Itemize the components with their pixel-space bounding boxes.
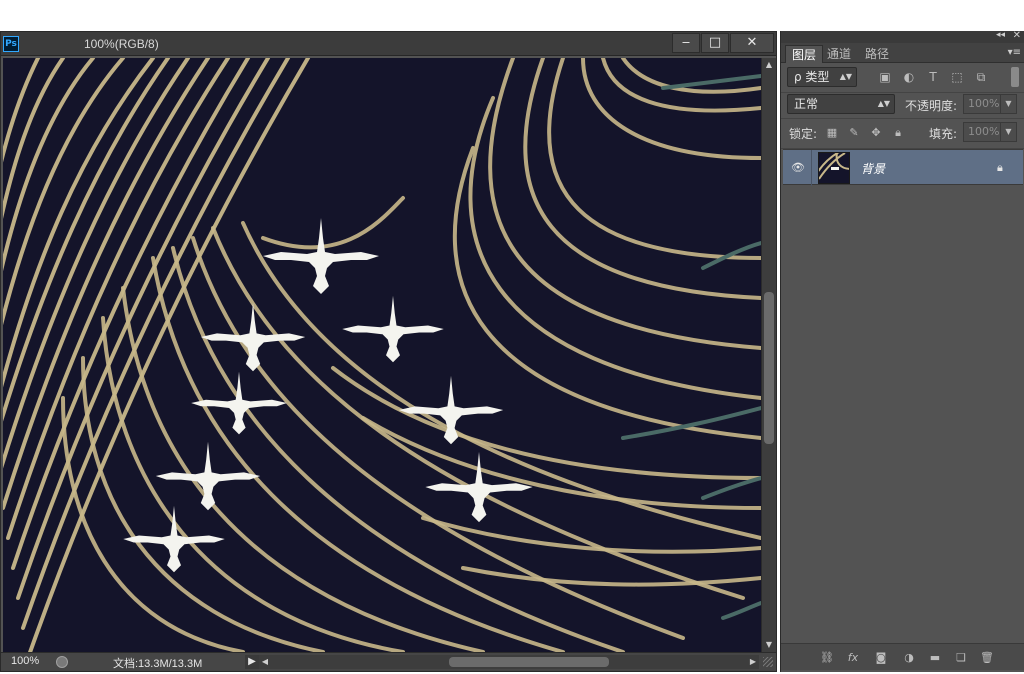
trash-icon[interactable]: 🗑︎ [979,650,995,666]
group-folder-icon[interactable]: ▬ [927,650,943,666]
minimize-button[interactable]: ‒ [672,33,700,53]
filter-row: ρ 类型 ▲▼ ▣ ◐ T ⬚ ⧉ [781,63,1024,93]
mask-icon[interactable]: ◙ [873,650,889,666]
scroll-right-icon[interactable]: ▶ [747,655,759,669]
artwork-image [3,58,761,652]
panel-bottom-toolbar: ⛓ fx ◙ ◑ ▬ ❏ 🗑︎ [781,643,1024,670]
status-info-icon[interactable] [56,656,68,668]
opacity-label: 不透明度: [905,99,958,113]
layer-row-background[interactable]: 👁︎ 背景 🔒︎ [783,149,1023,186]
blend-mode-select[interactable]: 正常 ▲▼ [787,94,895,114]
scroll-left-icon[interactable]: ◀ [259,655,271,669]
scroll-up-icon[interactable]: ▲ [762,58,776,72]
filter-toggle-switch[interactable] [1011,67,1019,87]
new-layer-icon[interactable]: ❏ [953,650,969,666]
tab-paths[interactable]: 路径 [859,45,895,63]
status-bar: 100% 文档:13.3M/13.3M ▶ ◀ ▶ [1,652,776,671]
image-canvas[interactable] [3,58,761,652]
horizontal-scroll-thumb[interactable] [449,657,609,667]
layer-divider [811,150,812,186]
layer-locked-icon: 🔒︎ [997,161,1003,174]
panel-header-strip: ◂◂ ✕ [781,30,1024,43]
fill-label: 填充: [929,127,958,141]
horizontal-scrollbar[interactable]: ◀ ▶ [259,655,759,669]
shape-filter-icon[interactable]: ⬚ [949,69,965,85]
layer-name[interactable]: 背景 [861,160,885,177]
fx-icon[interactable]: fx [845,650,861,666]
smart-object-filter-icon[interactable]: ⧉ [973,69,989,85]
photoshop-logo-icon: Ps [3,36,19,52]
lock-all-icon[interactable]: 🔒︎ [891,126,905,140]
document-window: Ps 100%(RGB/8) ‒ □ ✕ ▲ ▼ 100% 文档:13.3M/1… [0,31,777,672]
collapse-panel-icon[interactable]: ◂◂ [996,30,1005,40]
status-menu-arrow-icon[interactable]: ▶ [245,655,259,669]
maximize-button[interactable]: □ [701,33,729,53]
adjustment-layer-icon[interactable]: ◑ [901,650,917,666]
adjustment-filter-icon[interactable]: ◐ [901,69,917,85]
lock-transparent-pixels-icon[interactable]: ▦ [825,126,839,140]
image-filter-icon[interactable]: ▣ [877,69,893,85]
layer-thumbnail [818,152,850,184]
scroll-down-icon[interactable]: ▼ [762,638,776,652]
tab-channels[interactable]: 通道 [821,45,857,63]
close-button[interactable]: ✕ [730,33,774,53]
document-title: 100%(RGB/8) [84,37,159,51]
opacity-input[interactable]: 100% ▼ [963,94,1017,114]
document-titlebar[interactable]: Ps 100%(RGB/8) ‒ □ ✕ [1,32,776,56]
panel-tabs: 图层 通道 路径 ▾≡ [781,43,1024,63]
zoom-level[interactable]: 100% [11,655,39,667]
lock-position-icon[interactable]: ✥ [869,126,883,140]
document-size-info: 文档:13.3M/13.3M [113,658,203,670]
blend-opacity-row: 正常 ▲▼ 不透明度: 100% ▼ [781,93,1024,119]
filter-kind-select[interactable]: ρ 类型 ▲▼ [787,67,857,87]
lock-image-pixels-icon[interactable]: ✎ [847,126,861,140]
layers-panel: ◂◂ ✕ 图层 通道 路径 ▾≡ ρ 类型 ▲▼ ▣ ◐ T ⬚ ⧉ 正常 ▲▼ 不… [780,30,1024,672]
tab-layers[interactable]: 图层 [785,45,824,63]
panel-menu-icon[interactable]: ▾≡ [1008,47,1021,58]
fill-input[interactable]: 100% ▼ [963,122,1017,142]
visibility-eye-icon[interactable]: 👁︎ [791,161,805,175]
type-filter-icon[interactable]: T [925,69,941,85]
panel-close-icon[interactable]: ✕ [1013,30,1021,41]
resize-grip-icon[interactable] [763,657,773,667]
lock-label: 锁定: [789,127,818,141]
vertical-scrollbar[interactable]: ▲ ▼ [761,58,776,652]
vertical-scroll-thumb[interactable] [764,292,774,444]
link-layers-icon[interactable]: ⛓ [819,650,835,666]
